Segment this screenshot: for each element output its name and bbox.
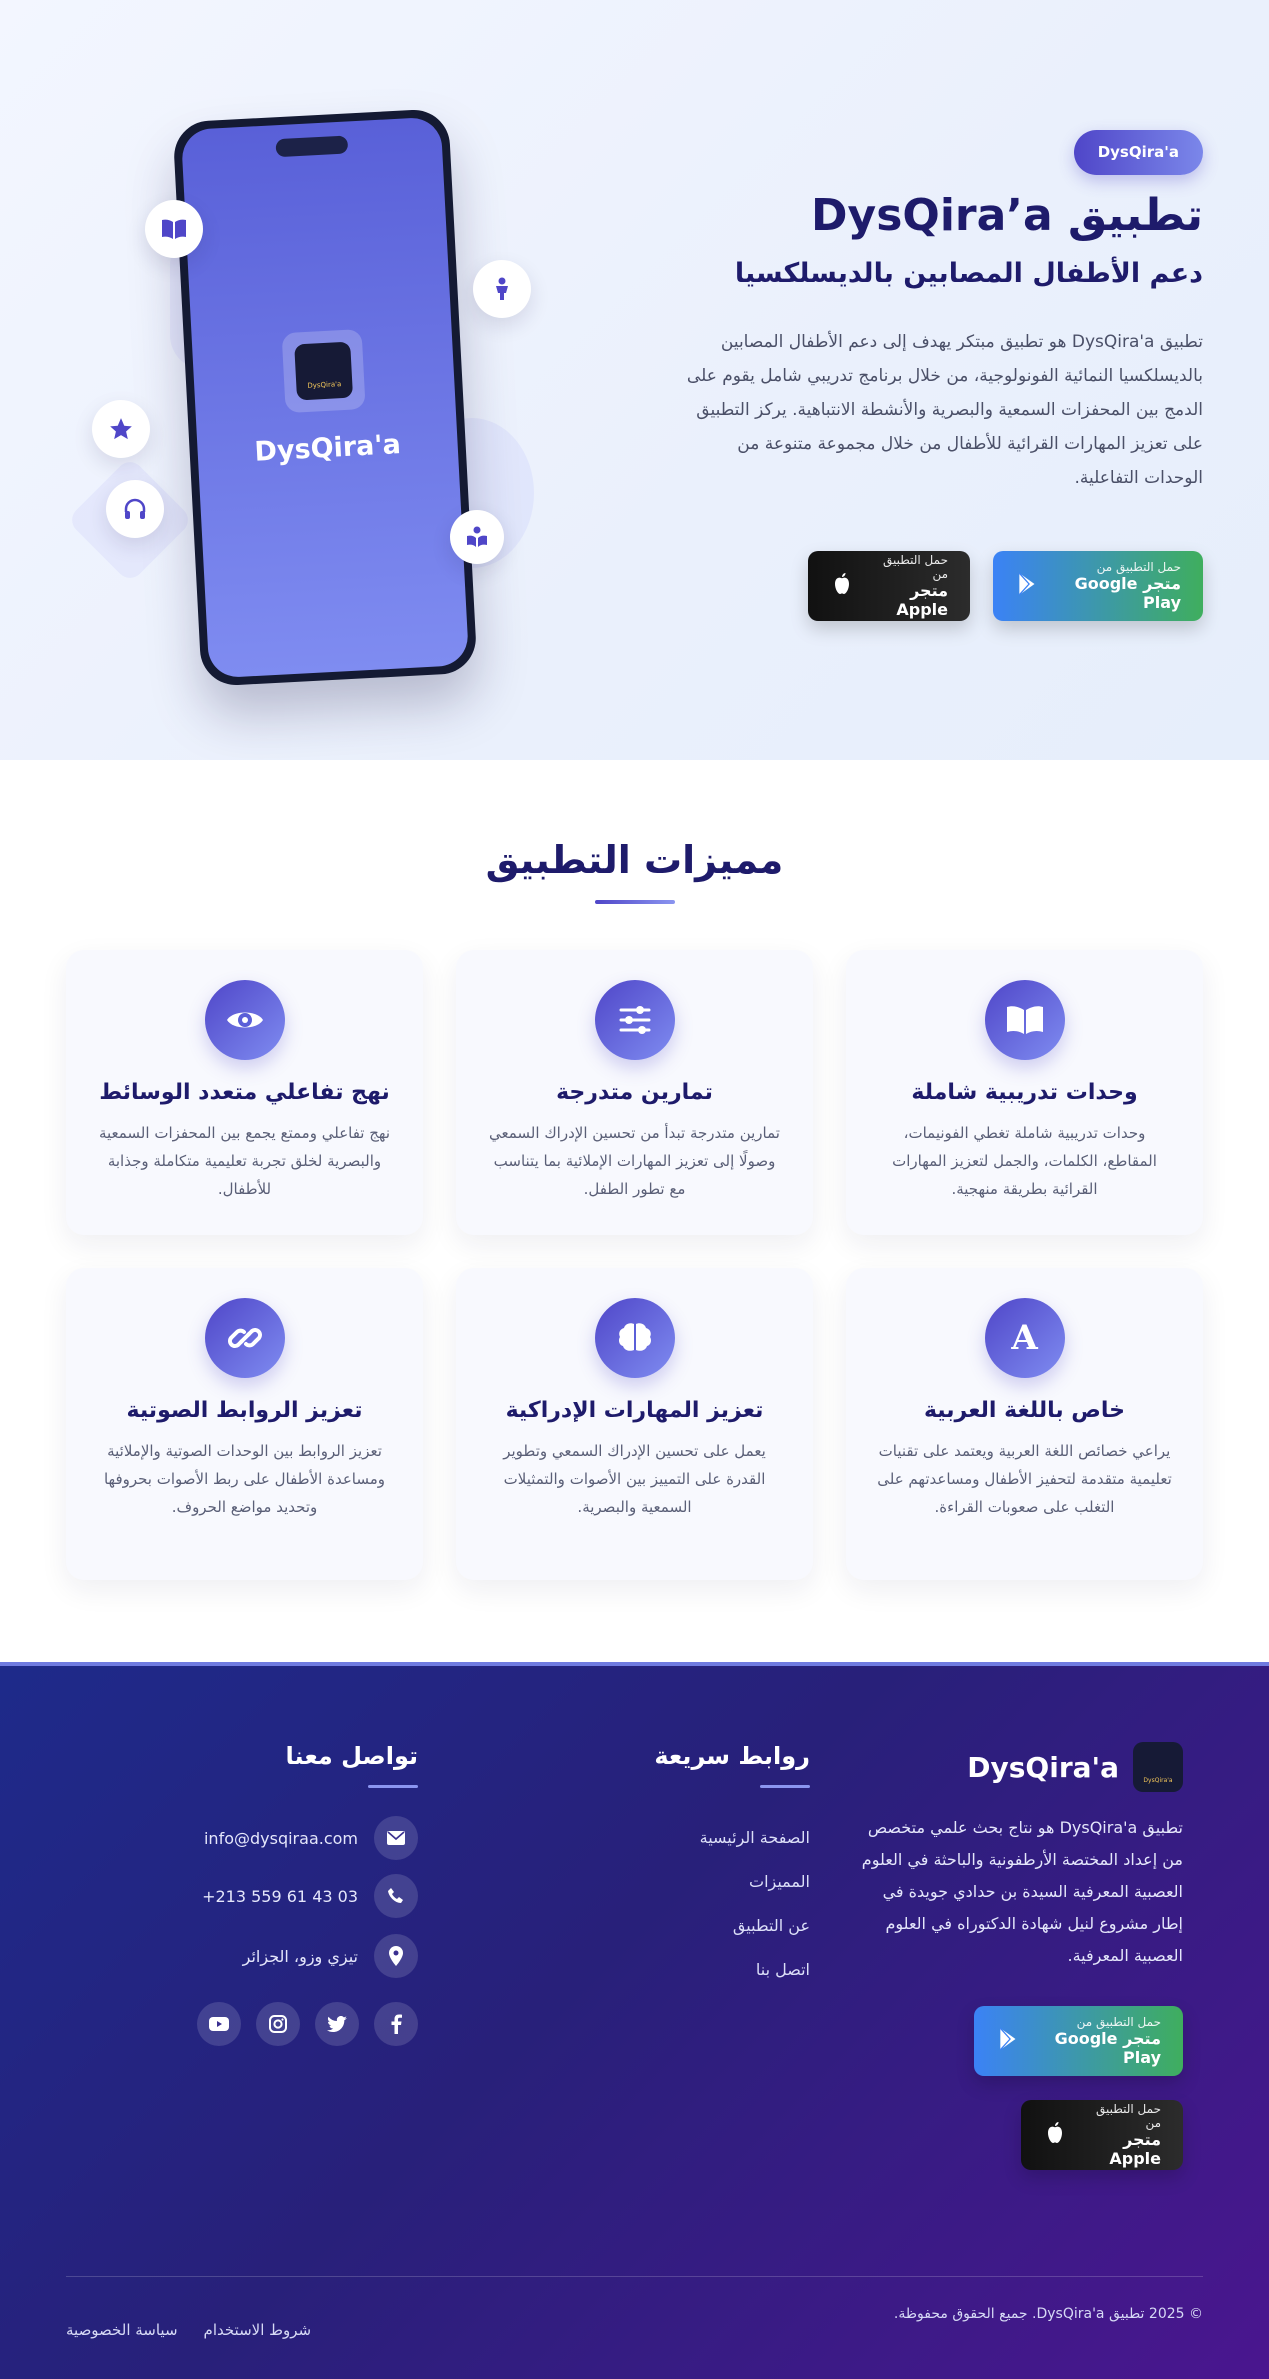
link-icon — [204, 1298, 285, 1378]
contact-address: تيزي وزو، الجزائر — [242, 1946, 358, 1966]
footer-google-play-button[interactable]: حمل التطبيق من متجر Google Play — [974, 2006, 1183, 2076]
footer-link-home[interactable]: الصفحة الرئيسية — [700, 1816, 810, 1860]
hero-title: تطبيق DysQira’a — [811, 190, 1203, 241]
social-links — [197, 2002, 418, 2046]
child-icon — [473, 260, 531, 318]
features-title: مميزات التطبيق — [485, 838, 784, 882]
envelope-icon — [374, 1816, 418, 1860]
feature-card: نهج تفاعلي متعدد الوسائط نهج تفاعلي وممت… — [66, 950, 423, 1235]
reader-icon — [450, 510, 504, 564]
quick-links-title: روابط سريعة — [654, 1742, 810, 1770]
feature-card-title: نهج تفاعلي متعدد الوسائط — [99, 1080, 390, 1105]
book-open-icon — [984, 980, 1065, 1060]
book-icon — [145, 200, 203, 258]
hero-description: تطبيق DysQira'a هو تطبيق مبتكر يهدف إلى … — [686, 332, 1203, 488]
apple-store-big-label: متجر Apple — [896, 581, 948, 619]
twitter-icon[interactable] — [315, 2002, 359, 2046]
terms-link[interactable]: شروط الاستخدام — [204, 2321, 312, 2339]
features-title-underline — [595, 900, 675, 904]
eye-icon — [204, 980, 285, 1060]
apple-icon — [830, 571, 852, 601]
feature-card: وحدات تدريبية شاملة وحدات تدريبية شاملة … — [846, 950, 1203, 1235]
app-badge: DysQira'a — [1073, 130, 1203, 175]
google-play-button[interactable]: حمل التطبيق من متجر Google Play — [993, 551, 1203, 621]
feature-card-title: خاص باللغة العربية — [923, 1398, 1126, 1423]
phone-app-name: DysQira'a — [253, 429, 402, 468]
phone-mockup: DysQira'a DysQira'a — [172, 108, 478, 687]
google-play-big-label: متجر Google Play — [1054, 2029, 1161, 2067]
privacy-link[interactable]: سياسة الخصوصية — [66, 2321, 178, 2339]
copyright: © 2025 تطبيق DysQira'a. جميع الحقوق محفو… — [893, 2306, 1203, 2322]
contact-phone-row: +213 559 61 43 03 — [202, 1874, 418, 1918]
star-icon — [92, 400, 150, 458]
feature-card-title: تمارين متدرجة — [556, 1080, 713, 1105]
feature-card: تعزيز المهارات الإدراكية يعمل على تحسين … — [456, 1268, 813, 1580]
apple-store-button[interactable]: حمل التطبيق من متجر Apple — [808, 551, 970, 621]
phone-app-icon: DysQira'a — [281, 328, 366, 414]
google-play-icon — [1015, 571, 1041, 601]
feature-card-desc: يراعي خصائص اللغة العربية ويعتمد على تقن… — [877, 1442, 1172, 1516]
brain-icon — [594, 1298, 675, 1378]
apple-icon — [1043, 2120, 1065, 2150]
phone-screen: DysQira'a DysQira'a — [180, 116, 470, 679]
feature-card: تعزيز الروابط الصوتية تعزيز الروابط بين … — [66, 1268, 423, 1580]
contact-title: تواصل معنا — [285, 1742, 418, 1770]
hero-section: DysQira'a تطبيق DysQira’a دعم الأطفال ال… — [0, 0, 1269, 760]
feature-card: تمارين متدرجة تمارين متدرجة تبدأ من تحسي… — [456, 950, 813, 1235]
facebook-icon[interactable] — [374, 2002, 418, 2046]
footer-logo-label: DysQira'a — [1143, 1777, 1173, 1784]
feature-card-title: تعزيز المهارات الإدراكية — [505, 1398, 764, 1423]
location-pin-icon — [374, 1934, 418, 1978]
contact-address-row: تيزي وزو، الجزائر — [243, 1934, 418, 1978]
hero-subtitle: دعم الأطفال المصابين بالديسلكسيا — [734, 258, 1203, 289]
footer-logo: DysQira'a — [1133, 1742, 1183, 1792]
google-play-small-label: حمل التطبيق من — [1076, 2015, 1161, 2029]
feature-card-desc: نهج تفاعلي وممتع يجمع بين المحفزات السمع… — [98, 1124, 391, 1198]
sliders-icon — [594, 980, 675, 1060]
apple-store-small-label: حمل التطبيق من — [883, 553, 948, 581]
quick-links-underline — [760, 1785, 810, 1788]
feature-card-title: وحدات تدريبية شاملة — [911, 1080, 1138, 1105]
footer: DysQira'a DysQira'a تطبيق DysQira'a هو ن… — [0, 1662, 1269, 2379]
feature-card-desc: تمارين متدرجة تبدأ من تحسين الإدراك السم… — [489, 1124, 780, 1198]
instagram-icon[interactable] — [256, 2002, 300, 2046]
google-play-big-label: متجر Google Play — [1074, 574, 1181, 612]
arabic-letter-icon: A — [984, 1298, 1065, 1378]
phone-icon — [374, 1874, 418, 1918]
headphones-icon — [106, 480, 164, 538]
contact-email-row: info@dysqiraa.com — [204, 1816, 418, 1860]
contact-underline — [368, 1785, 418, 1788]
apple-store-small-label: حمل التطبيق من — [1096, 2102, 1161, 2130]
phone-app-icon-label: DysQira'a — [307, 380, 342, 390]
google-play-icon — [996, 2026, 1022, 2056]
feature-card-desc: تعزيز الروابط بين الوحدات الصوتية والإمل… — [103, 1442, 386, 1516]
footer-divider — [66, 2276, 1203, 2277]
footer-link-features[interactable]: المميزات — [700, 1860, 810, 1904]
phone-illustration: DysQira'a DysQira'a — [60, 100, 560, 720]
feature-card-desc: وحدات تدريبية شاملة تغطي الفونيمات، المق… — [892, 1124, 1157, 1198]
apple-store-big-label: متجر Apple — [1109, 2130, 1161, 2168]
footer-apple-store-button[interactable]: حمل التطبيق من متجر Apple — [1021, 2100, 1183, 2170]
footer-brand-name: DysQira'a — [967, 1750, 1119, 1784]
youtube-icon[interactable] — [197, 2002, 241, 2046]
contact-phone: +213 559 61 43 03 — [202, 1886, 358, 1906]
legal-links: شروط الاستخدام سياسة الخصوصية — [66, 2321, 311, 2339]
footer-about: تطبيق DysQira'a هو نتاج بحث علمي متخصص م… — [861, 1818, 1183, 1965]
google-play-small-label: حمل التطبيق من — [1096, 560, 1181, 574]
footer-link-about[interactable]: عن التطبيق — [700, 1904, 810, 1948]
footer-brand: DysQira'a DysQira'a — [967, 1742, 1183, 1792]
quick-links-list: الصفحة الرئيسية المميزات عن التطبيق اتصل… — [700, 1816, 810, 1992]
footer-link-contact[interactable]: اتصل بنا — [700, 1948, 810, 1992]
feature-card-desc: يعمل على تحسين الإدراك السمعي وتطوير الق… — [503, 1442, 766, 1516]
feature-card: A خاص باللغة العربية يراعي خصائص اللغة ا… — [846, 1268, 1203, 1580]
contact-email[interactable]: info@dysqiraa.com — [204, 1829, 358, 1848]
feature-card-title: تعزيز الروابط الصوتية — [126, 1398, 363, 1423]
phone-notch — [275, 135, 349, 158]
